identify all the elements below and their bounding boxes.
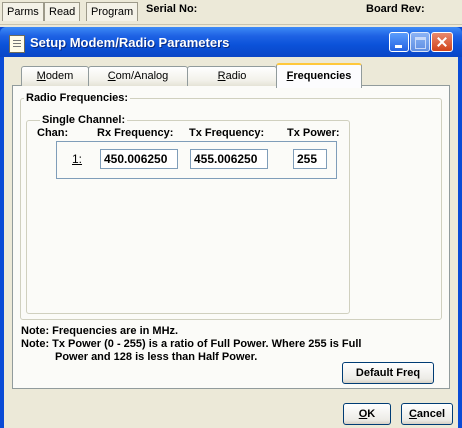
- chan-header: Chan:: [37, 127, 69, 139]
- channel-number: 1:: [72, 152, 83, 166]
- background-tab-program[interactable]: Program: [86, 2, 139, 21]
- maximize-icon[interactable]: [410, 32, 430, 52]
- radio-frequencies-legend: Radio Frequencies:: [24, 92, 131, 104]
- window-title: Setup Modem/Radio Parameters: [30, 35, 230, 50]
- cancel-label: ancel: [416, 408, 446, 420]
- tab-modem[interactable]: Modem: [21, 66, 89, 86]
- tab-comanalog[interactable]: Com/Analog: [88, 66, 188, 86]
- notepad-icon: [9, 35, 25, 53]
- minimize-icon[interactable]: [389, 32, 409, 52]
- tx-power-field[interactable]: 255: [293, 149, 327, 169]
- tx-frequency-field[interactable]: 455.006250: [190, 149, 268, 169]
- note-tx-power-line2: Power and 128 is less than Half Power.: [55, 351, 258, 363]
- close-icon[interactable]: [431, 32, 453, 52]
- tab-radio-accel: R: [217, 70, 226, 82]
- serial-no-label: Serial No:: [146, 3, 198, 15]
- rx-frequency-header: Rx Frequency:: [97, 127, 174, 139]
- default-freq-button[interactable]: Default Freq: [342, 362, 434, 384]
- cancel-button[interactable]: Cancel: [401, 403, 453, 425]
- tab-comanalog-accel: C: [107, 70, 116, 82]
- tab-frequencies-label: requencies: [293, 70, 352, 82]
- note-tx-power-line1: Note: Tx Power (0 - 255) is a ratio of F…: [21, 338, 362, 350]
- ok-accel: O: [358, 408, 368, 420]
- background-tab-read[interactable]: Read: [44, 2, 81, 21]
- single-channel-legend: Single Channel:: [40, 114, 128, 126]
- tx-frequency-header: Tx Frequency:: [189, 127, 265, 139]
- tab-comanalog-label: om/Analog: [115, 70, 169, 82]
- tab-radio-label: adio: [225, 70, 247, 82]
- cancel-accel: C: [408, 408, 417, 420]
- tab-radio[interactable]: Radio: [187, 66, 277, 86]
- tab-modem-accel: M: [36, 70, 46, 82]
- background-tab-parms[interactable]: Parms: [2, 2, 44, 21]
- tx-power-header: Tx Power:: [287, 127, 340, 139]
- note-mhz: Note: Frequencies are in MHz.: [21, 325, 179, 337]
- ok-label: K: [367, 408, 376, 420]
- tab-modem-label: odem: [45, 70, 74, 82]
- ok-button[interactable]: OK: [343, 403, 391, 425]
- tab-frequencies[interactable]: Frequencies: [276, 63, 362, 88]
- board-rev-label: Board Rev:: [366, 3, 425, 15]
- rx-frequency-field[interactable]: 450.006250: [100, 149, 178, 169]
- window-right-border: [458, 57, 462, 428]
